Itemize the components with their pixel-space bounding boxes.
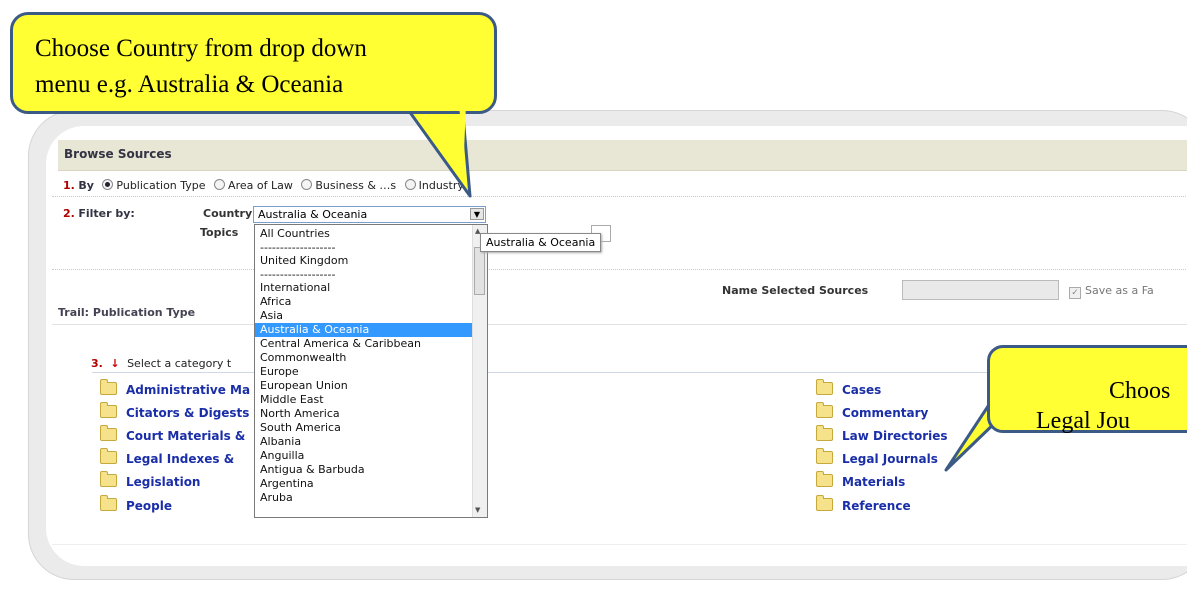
callout-journals-line2: Legal Jou bbox=[1036, 408, 1130, 434]
callout-journals: Choos Legal Jou bbox=[987, 345, 1187, 434]
callout-pointer-fill bbox=[408, 96, 466, 152]
callout-journals-line1: Choos bbox=[1109, 378, 1171, 404]
callout-pointer-cover bbox=[408, 96, 466, 152]
